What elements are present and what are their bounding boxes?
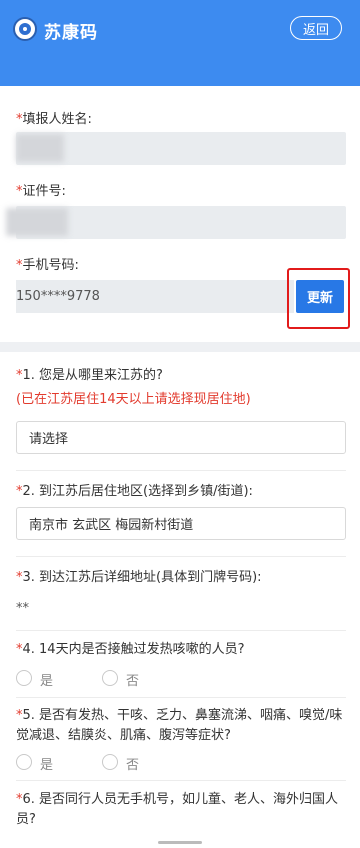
question-4: *4. 14天内是否接触过发热咳嗽的人员?	[16, 642, 245, 657]
divider-line	[16, 556, 346, 557]
app-title: 苏康码	[44, 23, 98, 43]
address-field[interactable]: **	[16, 601, 29, 616]
question-5: *5. 是否有发热、干咳、乏力、鼻塞流涕、咽痛、嗅觉/味觉减退、结膜炎、肌痛、腹…	[16, 708, 343, 743]
name-label: *填报人姓名:	[16, 112, 92, 127]
divider-line	[16, 470, 346, 471]
radio-icon[interactable]	[102, 670, 118, 686]
option-yes-label: 是	[40, 758, 54, 773]
divider-line	[16, 780, 346, 781]
divider-line	[16, 630, 346, 631]
identity-section: *填报人姓名: *证件号: *手机号码: 150****9778 更新	[0, 86, 360, 342]
id-label: *证件号:	[16, 184, 66, 199]
name-field[interactable]	[16, 132, 346, 165]
update-highlight: 更新	[287, 268, 350, 329]
id-field[interactable]	[6, 206, 346, 239]
radio-icon[interactable]	[16, 754, 32, 770]
question-6: *6. 是否同行人员无手机号，如儿童、老人、海外归国人员?	[16, 792, 339, 827]
divider-line	[16, 697, 346, 698]
question-2: *2. 到江苏后居住地区(选择到乡镇/街道):	[16, 484, 253, 499]
option-yes-label: 是	[40, 674, 54, 689]
section-divider	[0, 342, 360, 352]
question-3: *3. 到达江苏后详细地址(具体到门牌号码):	[16, 570, 262, 585]
option-no-label: 否	[126, 674, 140, 689]
question-1-hint: (已在江苏居住14天以上请选择现居住地)	[16, 392, 251, 407]
residence-select[interactable]: 南京市 玄武区 梅园新村街道	[16, 507, 346, 540]
radio-icon[interactable]	[16, 670, 32, 686]
update-button[interactable]: 更新	[296, 280, 344, 313]
home-indicator	[158, 841, 202, 844]
app-logo-icon	[13, 17, 37, 41]
question-1: *1. 您是从哪里来江苏的?	[16, 368, 163, 383]
radio-icon[interactable]	[102, 754, 118, 770]
app-header: 苏康码 返回	[0, 0, 360, 86]
origin-select[interactable]: 请选择	[16, 421, 346, 454]
phone-label: *手机号码:	[16, 258, 79, 273]
phone-field: 150****9778	[16, 280, 294, 313]
option-no-label: 否	[126, 758, 140, 773]
back-button[interactable]: 返回	[290, 16, 342, 40]
